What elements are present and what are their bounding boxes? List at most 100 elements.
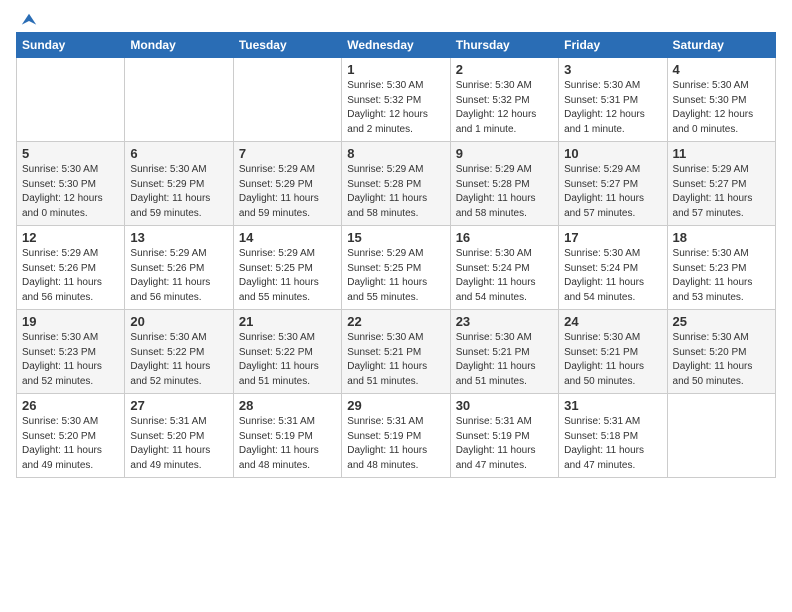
- day-of-week-header: Wednesday: [342, 33, 450, 58]
- calendar-header-row: SundayMondayTuesdayWednesdayThursdayFrid…: [17, 33, 776, 58]
- day-info: Sunrise: 5:29 AM Sunset: 5:27 PM Dayligh…: [673, 163, 770, 221]
- day-number: 12: [22, 230, 119, 245]
- day-number: 3: [564, 62, 661, 77]
- calendar-cell: 17 Sunrise: 5:30 AM Sunset: 5:24 PM Dayli…: [559, 226, 667, 310]
- calendar-week-row: 12 Sunrise: 5:29 AM Sunset: 5:26 PM Dayli…: [17, 226, 776, 310]
- day-info: Sunrise: 5:31 AM Sunset: 5:18 PM Dayligh…: [564, 415, 661, 473]
- page-header: [16, 16, 776, 24]
- day-info: Sunrise: 5:30 AM Sunset: 5:21 PM Dayligh…: [347, 331, 444, 389]
- day-info: Sunrise: 5:31 AM Sunset: 5:19 PM Dayligh…: [456, 415, 553, 473]
- calendar-cell: [125, 58, 233, 142]
- day-info: Sunrise: 5:30 AM Sunset: 5:20 PM Dayligh…: [673, 331, 770, 389]
- day-info: Sunrise: 5:29 AM Sunset: 5:27 PM Dayligh…: [564, 163, 661, 221]
- calendar-cell: [233, 58, 341, 142]
- calendar-cell: 13 Sunrise: 5:29 AM Sunset: 5:26 PM Dayli…: [125, 226, 233, 310]
- calendar-cell: 5Sunrise: 5:30 AM Sunset: 5:30 PM Daylig…: [17, 142, 125, 226]
- day-info: Sunrise: 5:29 AM Sunset: 5:26 PM Dayligh…: [22, 247, 119, 305]
- day-number: 24: [564, 314, 661, 329]
- day-number: 6: [130, 146, 227, 161]
- day-info: Sunrise: 5:30 AM Sunset: 5:30 PM Dayligh…: [673, 79, 770, 137]
- day-number: 22: [347, 314, 444, 329]
- calendar-cell: 26Sunrise: 5:30 AM Sunset: 5:20 PM Dayli…: [17, 394, 125, 478]
- calendar-cell: 30Sunrise: 5:31 AM Sunset: 5:19 PM Dayli…: [450, 394, 558, 478]
- day-number: 23: [456, 314, 553, 329]
- day-info: Sunrise: 5:30 AM Sunset: 5:21 PM Dayligh…: [564, 331, 661, 389]
- calendar-cell: 29 Sunrise: 5:31 AM Sunset: 5:19 PM Dayli…: [342, 394, 450, 478]
- logo-bird-icon: [20, 12, 38, 30]
- calendar-cell: 28 Sunrise: 5:31 AM Sunset: 5:19 PM Dayli…: [233, 394, 341, 478]
- day-info: Sunrise: 5:31 AM Sunset: 5:19 PM Dayligh…: [347, 415, 444, 473]
- calendar-cell: 25 Sunrise: 5:30 AM Sunset: 5:20 PM Dayli…: [667, 310, 775, 394]
- calendar-week-row: 1 Sunrise: 5:30 AM Sunset: 5:32 PM Daylig…: [17, 58, 776, 142]
- calendar-cell: 9 Sunrise: 5:29 AM Sunset: 5:28 PM Daylig…: [450, 142, 558, 226]
- calendar-cell: 6 Sunrise: 5:30 AM Sunset: 5:29 PM Daylig…: [125, 142, 233, 226]
- day-number: 7: [239, 146, 336, 161]
- day-info: Sunrise: 5:29 AM Sunset: 5:25 PM Dayligh…: [239, 247, 336, 305]
- calendar-cell: 7 Sunrise: 5:29 AM Sunset: 5:29 PM Daylig…: [233, 142, 341, 226]
- day-info: Sunrise: 5:30 AM Sunset: 5:29 PM Dayligh…: [130, 163, 227, 221]
- calendar-week-row: 19 Sunrise: 5:30 AM Sunset: 5:23 PM Dayli…: [17, 310, 776, 394]
- day-info: Sunrise: 5:30 AM Sunset: 5:22 PM Dayligh…: [239, 331, 336, 389]
- day-number: 29: [347, 398, 444, 413]
- day-number: 17: [564, 230, 661, 245]
- calendar-cell: 1 Sunrise: 5:30 AM Sunset: 5:32 PM Daylig…: [342, 58, 450, 142]
- day-of-week-header: Saturday: [667, 33, 775, 58]
- day-of-week-header: Sunday: [17, 33, 125, 58]
- day-number: 18: [673, 230, 770, 245]
- calendar-cell: 11Sunrise: 5:29 AM Sunset: 5:27 PM Dayli…: [667, 142, 775, 226]
- day-info: Sunrise: 5:29 AM Sunset: 5:28 PM Dayligh…: [456, 163, 553, 221]
- calendar-body: 1 Sunrise: 5:30 AM Sunset: 5:32 PM Daylig…: [17, 58, 776, 478]
- day-number: 27: [130, 398, 227, 413]
- day-number: 13: [130, 230, 227, 245]
- calendar-cell: 12 Sunrise: 5:29 AM Sunset: 5:26 PM Dayli…: [17, 226, 125, 310]
- day-info: Sunrise: 5:30 AM Sunset: 5:23 PM Dayligh…: [22, 331, 119, 389]
- calendar-cell: 18 Sunrise: 5:30 AM Sunset: 5:23 PM Dayli…: [667, 226, 775, 310]
- calendar-cell: 8Sunrise: 5:29 AM Sunset: 5:28 PM Daylig…: [342, 142, 450, 226]
- day-number: 26: [22, 398, 119, 413]
- calendar-cell: [17, 58, 125, 142]
- day-number: 4: [673, 62, 770, 77]
- day-number: 21: [239, 314, 336, 329]
- calendar-cell: 20Sunrise: 5:30 AM Sunset: 5:22 PM Dayli…: [125, 310, 233, 394]
- calendar-table: SundayMondayTuesdayWednesdayThursdayFrid…: [16, 32, 776, 478]
- day-info: Sunrise: 5:31 AM Sunset: 5:20 PM Dayligh…: [130, 415, 227, 473]
- day-info: Sunrise: 5:29 AM Sunset: 5:29 PM Dayligh…: [239, 163, 336, 221]
- calendar-cell: 14 Sunrise: 5:29 AM Sunset: 5:25 PM Dayli…: [233, 226, 341, 310]
- day-info: Sunrise: 5:29 AM Sunset: 5:26 PM Dayligh…: [130, 247, 227, 305]
- day-info: Sunrise: 5:30 AM Sunset: 5:24 PM Dayligh…: [456, 247, 553, 305]
- day-info: Sunrise: 5:29 AM Sunset: 5:25 PM Dayligh…: [347, 247, 444, 305]
- day-number: 10: [564, 146, 661, 161]
- calendar-cell: 23 Sunrise: 5:30 AM Sunset: 5:21 PM Dayli…: [450, 310, 558, 394]
- day-of-week-header: Tuesday: [233, 33, 341, 58]
- calendar-cell: 2Sunrise: 5:30 AM Sunset: 5:32 PM Daylig…: [450, 58, 558, 142]
- calendar-cell: 16 Sunrise: 5:30 AM Sunset: 5:24 PM Dayli…: [450, 226, 558, 310]
- calendar-cell: 21 Sunrise: 5:30 AM Sunset: 5:22 PM Dayli…: [233, 310, 341, 394]
- day-info: Sunrise: 5:30 AM Sunset: 5:32 PM Dayligh…: [456, 79, 553, 137]
- day-number: 1: [347, 62, 444, 77]
- day-info: Sunrise: 5:30 AM Sunset: 5:32 PM Dayligh…: [347, 79, 444, 137]
- logo: [16, 16, 38, 24]
- day-number: 31: [564, 398, 661, 413]
- calendar-cell: 31 Sunrise: 5:31 AM Sunset: 5:18 PM Dayli…: [559, 394, 667, 478]
- calendar-week-row: 5Sunrise: 5:30 AM Sunset: 5:30 PM Daylig…: [17, 142, 776, 226]
- day-info: Sunrise: 5:30 AM Sunset: 5:31 PM Dayligh…: [564, 79, 661, 137]
- day-number: 5: [22, 146, 119, 161]
- day-number: 14: [239, 230, 336, 245]
- day-number: 28: [239, 398, 336, 413]
- day-number: 8: [347, 146, 444, 161]
- day-number: 25: [673, 314, 770, 329]
- day-number: 19: [22, 314, 119, 329]
- day-info: Sunrise: 5:31 AM Sunset: 5:19 PM Dayligh…: [239, 415, 336, 473]
- day-number: 15: [347, 230, 444, 245]
- day-number: 20: [130, 314, 227, 329]
- day-of-week-header: Thursday: [450, 33, 558, 58]
- day-info: Sunrise: 5:30 AM Sunset: 5:23 PM Dayligh…: [673, 247, 770, 305]
- calendar-cell: 10 Sunrise: 5:29 AM Sunset: 5:27 PM Dayli…: [559, 142, 667, 226]
- day-number: 9: [456, 146, 553, 161]
- calendar-cell: 22 Sunrise: 5:30 AM Sunset: 5:21 PM Dayli…: [342, 310, 450, 394]
- day-number: 16: [456, 230, 553, 245]
- day-info: Sunrise: 5:30 AM Sunset: 5:21 PM Dayligh…: [456, 331, 553, 389]
- day-info: Sunrise: 5:30 AM Sunset: 5:24 PM Dayligh…: [564, 247, 661, 305]
- calendar-cell: 3 Sunrise: 5:30 AM Sunset: 5:31 PM Daylig…: [559, 58, 667, 142]
- calendar-cell: [667, 394, 775, 478]
